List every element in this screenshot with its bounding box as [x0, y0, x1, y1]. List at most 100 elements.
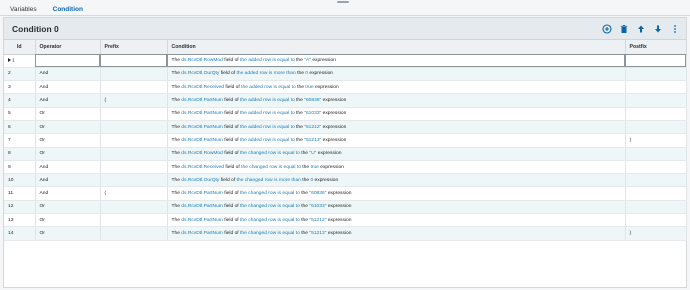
row-id-cell[interactable]: 13: [4, 213, 36, 228]
prefix-cell[interactable]: [100, 160, 168, 175]
condition-field-link[interactable]: ds.RcvDtl.OurQty: [181, 178, 219, 183]
condition-value-link[interactable]: "U": [309, 151, 316, 156]
condition-value-link[interactable]: true: [310, 165, 318, 170]
prefix-cell[interactable]: [100, 54, 168, 68]
operator-cell[interactable]: Or: [35, 133, 101, 148]
condition-cell[interactable]: The ds.RcvDtl.PartNum field of the added…: [167, 120, 626, 135]
table-row[interactable]: 13 Or The ds.RcvDtl.PartNum field of the c…: [4, 213, 687, 228]
prefix-cell[interactable]: (: [100, 186, 168, 201]
condition-compare-link[interactable]: the added row is equal to: [241, 85, 296, 90]
table-row[interactable]: 12 Or The ds.RcvDtl.PartNum field of the c…: [4, 200, 687, 215]
row-id-cell[interactable]: 12: [4, 200, 36, 215]
postfix-cell[interactable]: [625, 160, 687, 175]
column-header-postfix[interactable]: Postfix: [625, 40, 687, 55]
condition-field-link[interactable]: ds.RcvDtl.PartNum: [181, 231, 223, 236]
prefix-cell[interactable]: [100, 147, 168, 161]
condition-value-link[interactable]: "51212": [304, 125, 321, 130]
prefix-cell[interactable]: [100, 213, 168, 228]
condition-field-link[interactable]: ds.RcvDtl.OurQty: [181, 71, 219, 76]
postfix-cell[interactable]: [625, 80, 687, 95]
condition-field-link[interactable]: ds.RcvDtl.PartNum: [181, 138, 223, 143]
postfix-cell[interactable]: [625, 107, 687, 121]
condition-cell[interactable]: The ds.RcvDtl.RowMod field of the added …: [167, 54, 626, 68]
row-id-cell[interactable]: 5: [4, 107, 36, 121]
condition-value-link[interactable]: true: [305, 85, 313, 90]
row-id-cell[interactable]: 9: [4, 160, 36, 175]
postfix-cell[interactable]: [625, 173, 687, 188]
condition-cell[interactable]: The ds.RcvDtl.PartNum field of the chang…: [167, 200, 626, 215]
condition-compare-link[interactable]: the changed row is equal to: [240, 231, 300, 236]
row-id-cell[interactable]: 14: [4, 226, 36, 241]
operator-cell[interactable]: Or: [35, 107, 101, 121]
condition-cell[interactable]: The ds.RcvDtl.RowMod field of the change…: [167, 147, 626, 161]
move-down-icon[interactable]: [651, 22, 665, 36]
drag-bar[interactable]: [0, 0, 690, 4]
operator-cell[interactable]: Or: [35, 120, 101, 135]
table-row[interactable]: 7 Or The ds.RcvDtl.PartNum field of the ad…: [4, 133, 687, 148]
row-id-cell[interactable]: 2: [4, 67, 36, 82]
row-id-cell[interactable]: 3: [4, 80, 36, 95]
operator-cell[interactable]: Or: [35, 200, 101, 215]
condition-value-link[interactable]: "A": [304, 58, 311, 63]
condition-cell[interactable]: The ds.RcvDtl.Received field of the adde…: [167, 80, 626, 95]
table-row[interactable]: 6 Or The ds.RcvDtl.PartNum field of the ad…: [4, 120, 687, 135]
row-id-cell[interactable]: 6: [4, 120, 36, 135]
prefix-cell[interactable]: (: [100, 93, 168, 108]
delete-icon[interactable]: [617, 22, 631, 36]
condition-value-link[interactable]: "60836": [309, 191, 326, 196]
column-header-condition[interactable]: Condition: [167, 40, 626, 55]
condition-compare-link[interactable]: the changed row is equal to: [241, 165, 301, 170]
table-row[interactable]: 5 Or The ds.RcvDtl.PartNum field of the ad…: [4, 107, 687, 121]
operator-cell[interactable]: And: [35, 80, 101, 95]
condition-cell[interactable]: The ds.RcvDtl.PartNum field of the added…: [167, 93, 626, 108]
postfix-cell[interactable]: [625, 186, 687, 201]
operator-cell[interactable]: And: [35, 186, 101, 201]
condition-compare-link[interactable]: the changed row is equal to: [240, 204, 300, 209]
row-id-cell[interactable]: 11: [4, 186, 36, 201]
row-id-cell[interactable]: 1: [4, 54, 36, 68]
condition-field-link[interactable]: ds.RcvDtl.PartNum: [181, 218, 223, 223]
prefix-cell[interactable]: [100, 226, 168, 241]
condition-compare-link[interactable]: the added row is equal to: [240, 98, 295, 103]
condition-value-link[interactable]: "61033": [309, 204, 326, 209]
condition-field-link[interactable]: ds.RcvDtl.RowMod: [181, 151, 223, 156]
prefix-cell[interactable]: [100, 200, 168, 215]
condition-compare-link[interactable]: the changed row is equal to: [240, 191, 300, 196]
postfix-cell[interactable]: ): [625, 133, 687, 148]
table-row[interactable]: 2 And The ds.RcvDtl.OurQty field of the ad…: [4, 67, 687, 82]
drag-handle-icon[interactable]: [337, 1, 349, 3]
postfix-cell[interactable]: [625, 67, 687, 82]
condition-cell[interactable]: The ds.RcvDtl.PartNum field of the added…: [167, 133, 626, 148]
condition-cell[interactable]: The ds.RcvDtl.Received field of the chan…: [167, 160, 626, 175]
condition-compare-link[interactable]: the added row is equal to: [240, 125, 295, 130]
postfix-cell[interactable]: [625, 147, 687, 161]
condition-field-link[interactable]: ds.RcvDtl.PartNum: [181, 125, 223, 130]
condition-value-link[interactable]: 0: [310, 178, 313, 183]
prefix-cell[interactable]: [100, 80, 168, 95]
table-row[interactable]: 9 And The ds.RcvDtl.Received field of the …: [4, 160, 687, 175]
operator-cell[interactable]: And: [35, 173, 101, 188]
condition-field-link[interactable]: ds.RcvDtl.Received: [181, 85, 224, 90]
postfix-cell[interactable]: [625, 120, 687, 135]
condition-field-link[interactable]: ds.RcvDtl.PartNum: [181, 191, 223, 196]
condition-value-link[interactable]: "60836": [304, 98, 321, 103]
row-id-cell[interactable]: 10: [4, 173, 36, 188]
condition-value-link[interactable]: "61033": [304, 111, 321, 116]
condition-compare-link[interactable]: the added row is equal to: [240, 58, 295, 63]
row-id-cell[interactable]: 4: [4, 93, 36, 108]
column-header-prefix[interactable]: Prefix: [100, 40, 168, 55]
table-row[interactable]: 1 The ds.RcvDtl.RowMod field of the added…: [4, 54, 687, 68]
condition-cell[interactable]: The ds.RcvDtl.PartNum field of the chang…: [167, 186, 626, 201]
condition-value-link[interactable]: 0: [305, 71, 308, 76]
condition-cell[interactable]: The ds.RcvDtl.OurQty field of the change…: [167, 173, 626, 188]
column-header-operator[interactable]: Operator: [35, 40, 101, 55]
operator-cell[interactable]: And: [35, 67, 101, 82]
row-id-cell[interactable]: 7: [4, 133, 36, 148]
table-row[interactable]: 14 Or The ds.RcvDtl.PartNum field of the c…: [4, 226, 687, 241]
operator-cell[interactable]: [35, 54, 101, 68]
condition-compare-link[interactable]: the changed row is equal to: [240, 218, 300, 223]
prefix-cell[interactable]: [100, 120, 168, 135]
postfix-cell[interactable]: ): [625, 226, 687, 241]
table-row[interactable]: 10 And The ds.RcvDtl.OurQty field of the c…: [4, 173, 687, 188]
postfix-cell[interactable]: [625, 200, 687, 215]
